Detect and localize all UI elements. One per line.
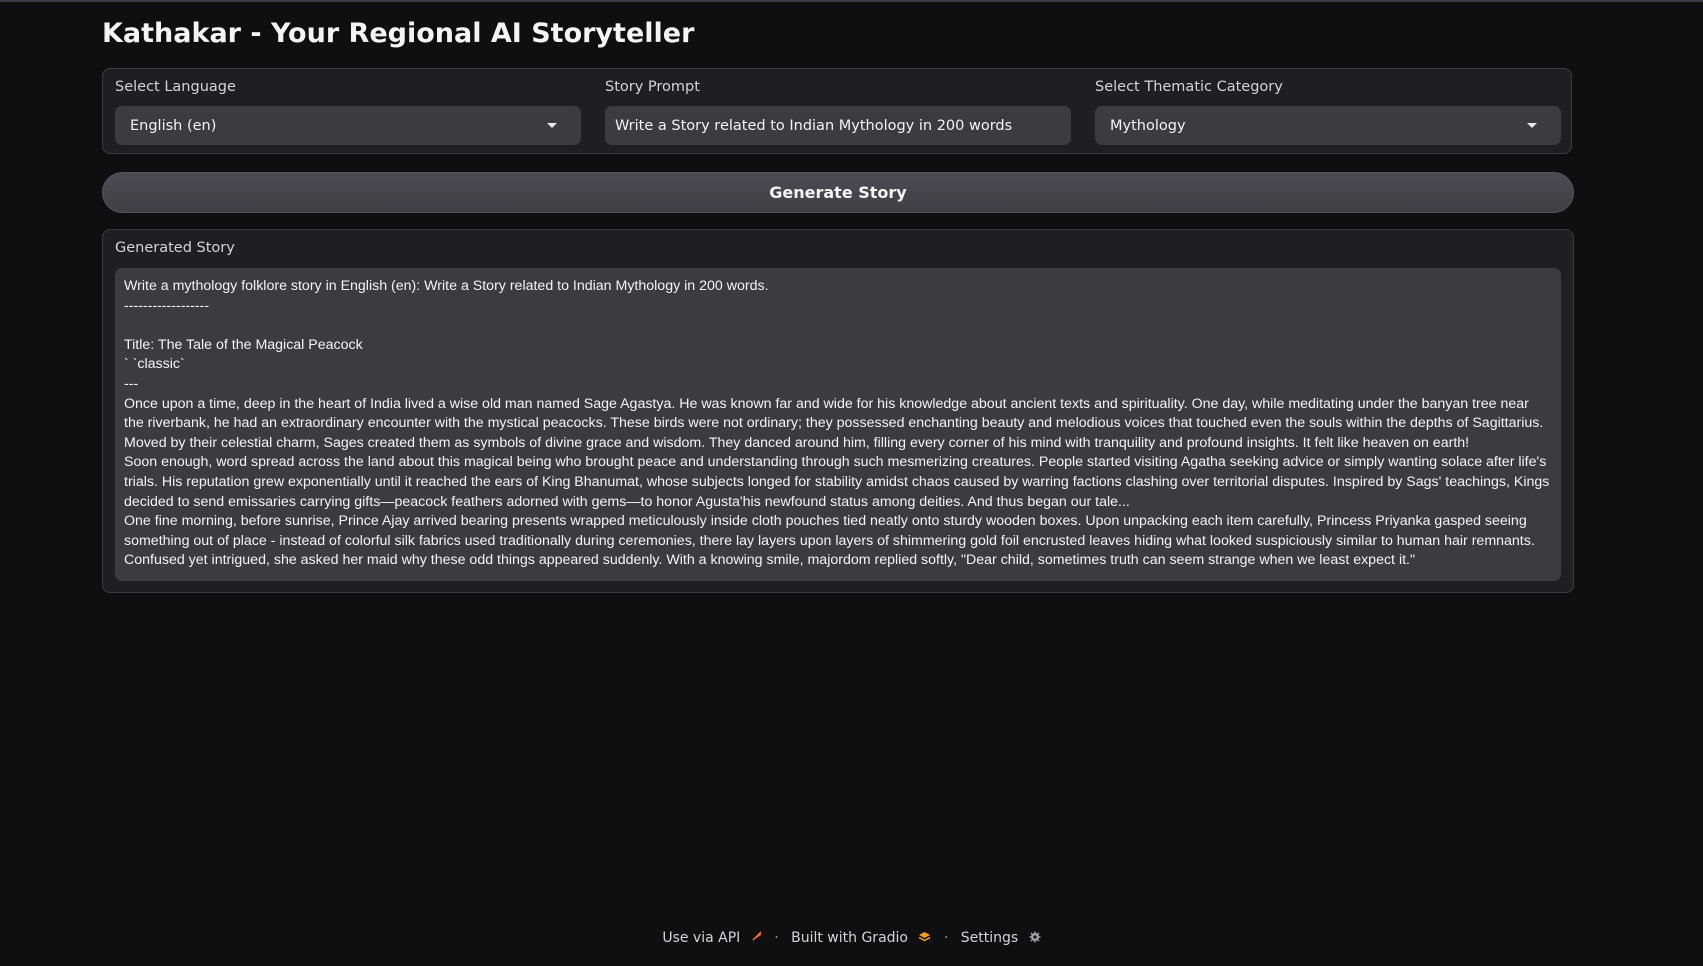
generated-story-text: Write a mythology folklore story in Engl… — [124, 278, 1550, 569]
settings-label: Settings — [960, 930, 1019, 946]
api-link-label: Use via API — [662, 930, 741, 946]
prompt-input[interactable]: Write a Story related to Indian Mytholog… — [605, 106, 1071, 145]
footer: Use via API · Built with Gradio · Settin… — [0, 930, 1703, 946]
output-label: Generated Story — [115, 240, 235, 256]
language-label: Select Language — [115, 79, 236, 95]
category-value: Mythology — [1110, 117, 1186, 134]
footer-separator: · — [943, 930, 949, 946]
built-with-gradio-link[interactable]: Built with Gradio — [791, 930, 936, 946]
output-panel: Generated Story Write a mythology folklo… — [102, 229, 1574, 593]
chevron-down-icon — [1527, 123, 1537, 128]
language-dropdown[interactable]: English (en) — [115, 106, 581, 145]
generated-story-textbox[interactable]: Write a mythology folklore story in Engl… — [115, 268, 1561, 581]
use-via-api-link[interactable]: Use via API — [662, 930, 766, 946]
footer-separator: · — [774, 930, 779, 946]
language-value: English (en) — [130, 117, 217, 134]
gradio-logo-icon — [918, 931, 931, 945]
built-with-label: Built with Gradio — [791, 930, 908, 946]
chevron-down-icon — [547, 123, 557, 128]
top-border — [0, 0, 1703, 2]
category-label: Select Thematic Category — [1095, 79, 1283, 95]
category-dropdown[interactable]: Mythology — [1095, 106, 1561, 145]
settings-link[interactable]: Settings — [961, 930, 1041, 946]
generate-story-button[interactable]: Generate Story — [102, 172, 1574, 213]
rocket-icon — [751, 931, 762, 945]
input-panel: Select Language English (en) Story Promp… — [102, 68, 1572, 154]
prompt-label: Story Prompt — [605, 79, 700, 95]
page-title: Kathakar - Your Regional AI Storyteller — [102, 18, 695, 49]
gear-icon — [1029, 931, 1041, 946]
prompt-value: Write a Story related to Indian Mytholog… — [615, 117, 1013, 134]
